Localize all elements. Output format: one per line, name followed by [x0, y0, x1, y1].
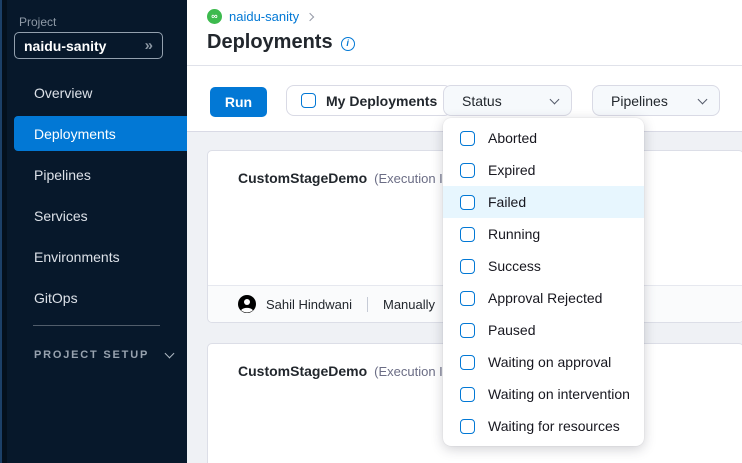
pipeline-name-link[interactable]: CustomStageDemo [238, 363, 367, 379]
project-name-input[interactable] [24, 38, 145, 54]
run-button[interactable]: Run [210, 87, 267, 117]
chevron-down-icon [550, 94, 560, 104]
checkbox-icon[interactable] [460, 419, 475, 434]
page-title: Deployments [207, 31, 333, 54]
status-option-waiting-for-resources[interactable]: Waiting for resources [443, 410, 644, 442]
pipeline-name-link[interactable]: CustomStageDemo [238, 170, 367, 186]
status-option-waiting-on-intervention[interactable]: Waiting on intervention [443, 378, 644, 410]
project-setup-label: PROJECT SETUP [34, 349, 149, 361]
project-expand-icon[interactable]: » [145, 37, 153, 54]
my-deployments-label: My Deployments [326, 93, 437, 109]
status-option-approval-rejected[interactable]: Approval Rejected [443, 282, 644, 314]
user-avatar-icon [238, 295, 256, 313]
pipelines-filter-dropdown[interactable]: Pipelines [592, 85, 720, 116]
checkbox-icon[interactable] [460, 323, 475, 338]
status-option-paused[interactable]: Paused [443, 314, 644, 346]
project-sidebar: Project » Overview Deployments Pipelines… [0, 0, 187, 463]
status-filter-menu: Aborted Expired Failed Running Success A… [443, 118, 644, 446]
sidebar-item-gitops[interactable]: GitOps [7, 277, 187, 318]
sidebar-item-pipelines[interactable]: Pipelines [7, 154, 187, 195]
sidebar-item-services[interactable]: Services [7, 195, 187, 236]
checkbox-icon[interactable] [460, 163, 475, 178]
status-option-success[interactable]: Success [443, 250, 644, 282]
status-option-failed[interactable]: Failed [443, 186, 644, 218]
sidebar-item-deployments[interactable]: Deployments [7, 113, 187, 154]
status-filter-label: Status [462, 93, 502, 109]
status-filter-dropdown[interactable]: Status [443, 85, 572, 116]
project-selector[interactable]: » [14, 32, 163, 59]
checkbox-icon[interactable] [460, 291, 475, 306]
breadcrumb-project-link[interactable]: naidu-sanity [229, 9, 299, 24]
checkbox-icon[interactable] [460, 259, 475, 274]
pipelines-filter-label: Pipelines [611, 93, 668, 109]
sidebar-nav: Overview Deployments Pipelines Services … [7, 72, 187, 318]
checkbox-icon[interactable] [460, 387, 475, 402]
checkbox-icon[interactable] [460, 227, 475, 242]
checkbox-icon[interactable] [460, 195, 475, 210]
chevron-down-icon [698, 94, 708, 104]
my-deployments-toggle[interactable]: My Deployments [286, 85, 452, 116]
execution-id-label: (Execution Id [374, 171, 450, 186]
page-header: ∞ naidu-sanity Deployments i [187, 0, 742, 66]
sidebar-item-overview[interactable]: Overview [7, 72, 187, 113]
project-label: Project [19, 15, 56, 29]
trigger-type-label: Manually [383, 297, 435, 312]
chevron-down-icon [165, 348, 175, 358]
sidebar-divider [33, 325, 160, 326]
checkbox-icon[interactable] [460, 355, 475, 370]
chevron-right-icon [306, 12, 314, 20]
info-icon[interactable]: i [341, 37, 355, 51]
status-option-waiting-on-approval[interactable]: Waiting on approval [443, 346, 644, 378]
footer-divider [367, 297, 368, 312]
execution-id-label: (Execution Id [374, 364, 450, 379]
cd-module-icon: ∞ [207, 9, 222, 24]
project-setup-toggle[interactable]: PROJECT SETUP [34, 349, 173, 361]
sidebar-item-environments[interactable]: Environments [7, 236, 187, 277]
breadcrumb: ∞ naidu-sanity [207, 9, 313, 24]
status-option-expired[interactable]: Expired [443, 154, 644, 186]
my-deployments-checkbox[interactable] [301, 93, 316, 108]
status-option-aborted[interactable]: Aborted [443, 122, 644, 154]
triggered-by-label: Sahil Hindwani [266, 297, 352, 312]
status-option-running[interactable]: Running [443, 218, 644, 250]
checkbox-icon[interactable] [460, 131, 475, 146]
